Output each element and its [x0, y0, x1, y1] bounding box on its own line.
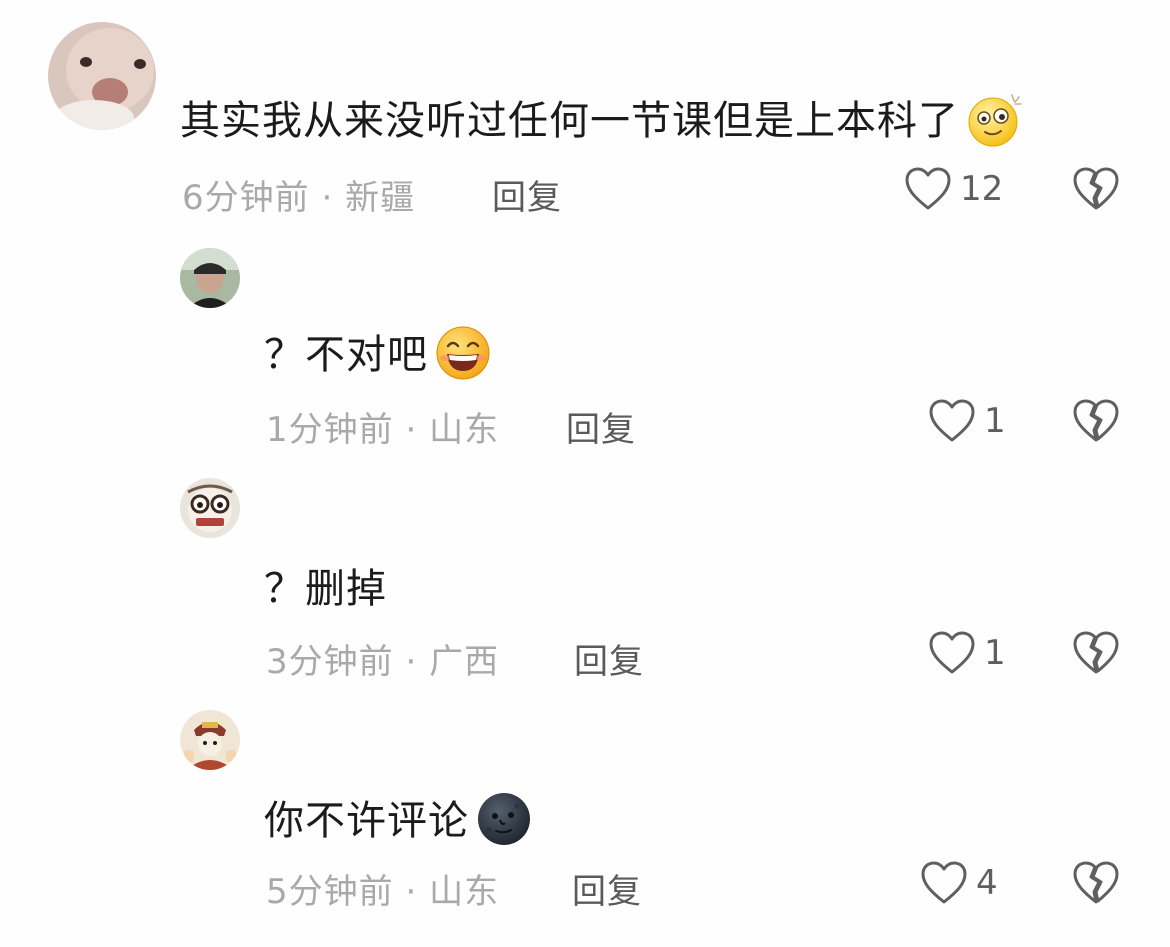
dislike-button[interactable]: [1072, 166, 1120, 212]
like-count: 1: [984, 633, 1006, 673]
heart-icon: [929, 399, 975, 442]
timestamp: 5分钟前: [266, 872, 394, 912]
dislike-button[interactable]: [1072, 398, 1120, 444]
like-button[interactable]: 1: [928, 398, 1006, 444]
reply-button[interactable]: 回复: [572, 864, 642, 913]
comment-text: ？不对吧: [264, 322, 492, 386]
like-count: 12: [960, 169, 1004, 209]
comment-meta: 3分钟前 · 广西: [266, 634, 499, 683]
like-button[interactable]: 12: [904, 166, 1003, 212]
comment-text: 你不许评论: [264, 788, 533, 852]
heart-icon: [929, 631, 975, 674]
heart-icon: [921, 861, 967, 904]
broken-heart-icon: [1073, 399, 1119, 442]
broken-heart-icon: [1073, 631, 1119, 674]
dislike-button[interactable]: [1072, 860, 1120, 906]
broken-heart-icon: [1073, 861, 1119, 904]
location: 山东: [429, 872, 500, 912]
like-button[interactable]: 1: [928, 630, 1006, 676]
reply-button[interactable]: 回复: [492, 170, 562, 219]
dislike-button[interactable]: [1072, 630, 1120, 676]
comment-body: 其实我从来没听过任何一节课但是上本科了: [180, 98, 959, 144]
meta-separator: ·: [405, 410, 418, 450]
grinning-squint-emoji: [434, 324, 492, 382]
timestamp: 6分钟前: [182, 178, 310, 218]
avatar[interactable]: [180, 478, 240, 538]
reply-button[interactable]: 回复: [566, 402, 636, 451]
location: 广西: [429, 642, 500, 682]
avatar[interactable]: [180, 710, 240, 770]
new-moon-face-emoji: [475, 790, 533, 848]
location: 新疆: [345, 178, 416, 218]
dizzy-face-emoji: [965, 89, 1025, 149]
comment-meta: 1分钟前 · 山东: [266, 402, 499, 451]
comment-body: 你不许评论: [264, 798, 469, 844]
avatar[interactable]: [180, 248, 240, 308]
timestamp: 1分钟前: [266, 410, 394, 450]
like-count: 1: [984, 401, 1006, 441]
location: 山东: [429, 410, 500, 450]
comment-body: ？删掉: [264, 566, 387, 612]
like-count: 4: [976, 863, 998, 903]
comment-meta: 5分钟前 · 山东: [266, 864, 499, 913]
meta-separator: ·: [405, 872, 418, 912]
meta-separator: ·: [321, 178, 334, 218]
meta-separator: ·: [405, 642, 418, 682]
timestamp: 3分钟前: [266, 642, 394, 682]
avatar[interactable]: [48, 22, 156, 130]
reply-button[interactable]: 回复: [574, 634, 644, 683]
comment-text: ？删掉: [264, 556, 387, 614]
like-button[interactable]: 4: [920, 860, 998, 906]
comment-meta: 6分钟前 · 新疆: [182, 170, 415, 219]
broken-heart-icon: [1073, 167, 1119, 210]
heart-icon: [905, 167, 951, 210]
comment-text: 其实我从来没听过任何一节课但是上本科了: [180, 88, 1025, 153]
comment-body: ？不对吧: [264, 332, 428, 378]
